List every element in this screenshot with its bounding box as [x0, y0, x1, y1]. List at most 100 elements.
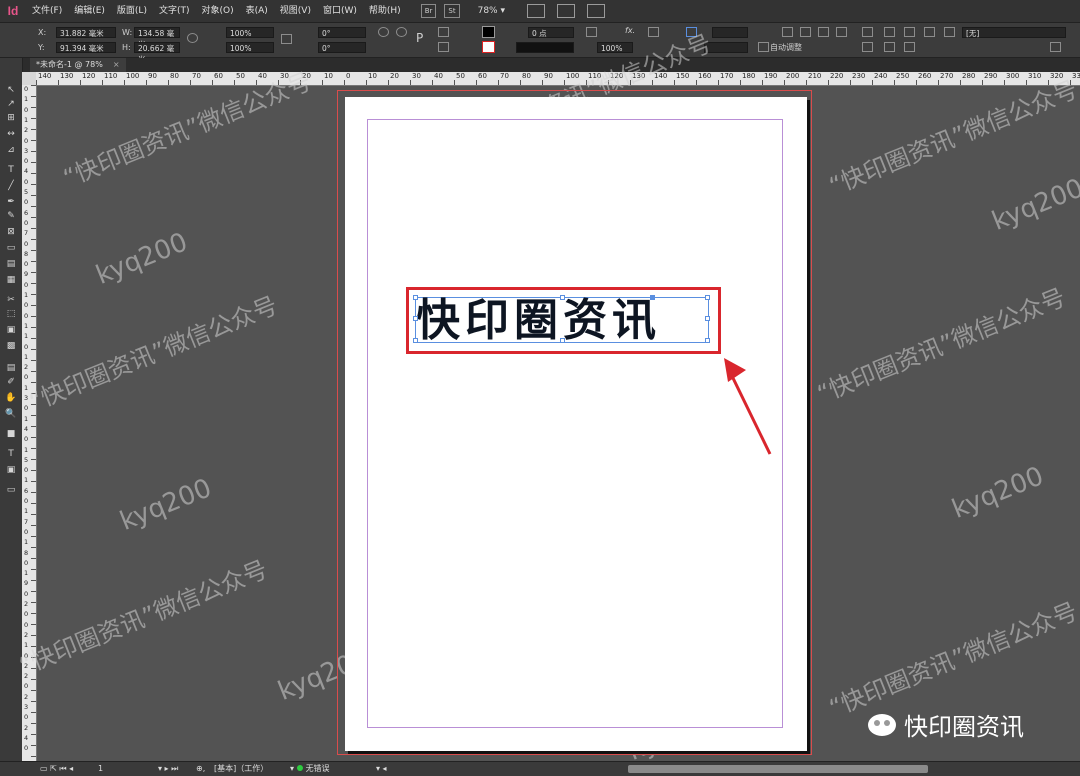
stroke-weight-field[interactable]: 0 点 [528, 27, 574, 38]
watermark-handle: kyq200 [115, 473, 216, 537]
tool-button[interactable]: ▩ [4, 340, 18, 352]
menu-file[interactable]: 文件(F) [26, 0, 68, 22]
auto-fit-checkbox[interactable] [758, 42, 769, 52]
tool-button[interactable]: ▣ [4, 464, 18, 476]
tool-button[interactable]: ╱ [4, 180, 18, 192]
distribute-icon[interactable] [836, 27, 847, 37]
page-nav-next-icon[interactable]: ▾ ▸ ⏭ [158, 762, 178, 776]
effects-icon[interactable]: fx. [625, 25, 635, 36]
align-right-icon[interactable] [818, 27, 829, 37]
ruler-tick-label: 110 [104, 72, 118, 80]
stroke-swatch[interactable] [482, 41, 495, 53]
flip-horizontal-icon[interactable] [438, 27, 449, 37]
fill-swatch[interactable] [482, 26, 495, 38]
align-left-icon[interactable] [782, 27, 793, 37]
tool-button[interactable]: ▤ [4, 258, 18, 270]
wrap-box-icon[interactable] [884, 27, 895, 37]
object-style-select[interactable]: [无] [962, 27, 1066, 38]
tool-button[interactable]: ✎ [4, 210, 18, 222]
tool-button[interactable]: ⊠ [4, 226, 18, 238]
preflight-status[interactable]: ▾ 无错误 [290, 762, 330, 776]
columns-field[interactable] [712, 27, 748, 38]
tool-button[interactable]: ■ [4, 428, 18, 440]
stroke-type-select[interactable] [516, 42, 574, 53]
tool-button[interactable]: ✒ [4, 196, 18, 208]
document-tab[interactable]: *未命名-1 @ 78% × [30, 58, 126, 72]
tool-button[interactable]: ↔ [4, 128, 18, 140]
view-options-icon[interactable] [527, 4, 545, 18]
object-style-icon-1[interactable] [862, 42, 873, 52]
align-top-icon[interactable] [648, 27, 659, 37]
screen-mode-icon[interactable] [557, 4, 575, 18]
menu-view[interactable]: 视图(V) [274, 0, 317, 22]
arrange-documents-icon[interactable] [587, 4, 605, 18]
tool-button[interactable]: ↖ [4, 84, 18, 96]
wrap-next-column-icon[interactable] [944, 27, 955, 37]
tool-button[interactable]: ⬚ [4, 308, 18, 320]
menu-help[interactable]: 帮助(H) [363, 0, 407, 22]
menu-table[interactable]: 表(A) [240, 0, 274, 22]
tool-button[interactable]: 🔍 [4, 408, 18, 420]
auto-fit-label: 自动调整 [770, 43, 802, 52]
preflight-menu-icon[interactable]: ▾ ◂ [376, 762, 387, 776]
master-page-label[interactable]: [基本]（工作） [214, 762, 268, 776]
scale-y-field[interactable]: 100% [226, 42, 274, 53]
horizontal-scrollbar-thumb[interactable] [628, 765, 928, 773]
ruler-tick-label: 0 [24, 311, 29, 320]
drop-shadow-icon[interactable] [586, 27, 597, 37]
tool-button[interactable]: ▦ [4, 274, 18, 286]
wrap-shape-icon[interactable] [904, 27, 915, 37]
tool-button[interactable]: ▭ [4, 242, 18, 254]
tool-button[interactable]: ⊿ [4, 144, 18, 156]
tool-button[interactable]: ✐ [4, 376, 18, 388]
scale-x-field[interactable]: 100% [226, 27, 274, 38]
tool-button[interactable]: ✂ [4, 294, 18, 306]
watermark-handle: kyq200 [91, 227, 192, 291]
rotate-ccw-icon[interactable] [396, 27, 407, 37]
bridge-button[interactable]: Br [420, 4, 437, 18]
shear-field[interactable]: 0° [318, 42, 366, 53]
tool-button[interactable]: T [4, 448, 18, 460]
tool-button[interactable]: ▤ [4, 362, 18, 374]
menu-window[interactable]: 窗口(W) [317, 0, 363, 22]
tool-button[interactable]: ✋ [4, 392, 18, 404]
object-style-icon-3[interactable] [904, 42, 915, 52]
zoom-level-select[interactable]: 78% ▾ [478, 6, 505, 16]
ruler-origin[interactable] [22, 72, 36, 85]
rotate-cw-icon[interactable] [378, 27, 389, 37]
menu-type[interactable]: 文字(T) [153, 0, 196, 22]
menu-object[interactable]: 对象(O) [196, 0, 240, 22]
wrap-jump-icon[interactable] [924, 27, 935, 37]
close-tab-icon[interactable]: × [113, 60, 120, 69]
w-field[interactable]: 134.58 毫米 [134, 27, 180, 49]
tool-button[interactable]: T [4, 164, 18, 176]
rotate-field[interactable]: 0° [318, 27, 366, 38]
ruler-tick-label: 1 [24, 115, 29, 124]
reference-point-icon[interactable] [187, 33, 198, 43]
opacity-field[interactable]: 100% [597, 42, 633, 53]
ruler-tick-label: 1 [24, 476, 29, 485]
flip-vertical-icon[interactable] [438, 42, 449, 52]
page-nav-first-icon[interactable]: ▭ ⇱ ⏮ ◂ [40, 762, 73, 776]
menu-edit[interactable]: 编辑(E) [68, 0, 111, 22]
align-center-icon[interactable] [800, 27, 811, 37]
y-field[interactable]: 91.394 毫米 [56, 42, 116, 53]
document-tab-title: *未命名-1 @ 78% [36, 60, 103, 69]
tool-button[interactable]: ▣ [4, 324, 18, 336]
ruler-tick-label: 260 [918, 72, 932, 80]
stock-button[interactable]: St [444, 4, 460, 18]
wrap-none-icon[interactable] [862, 27, 873, 37]
h-field[interactable]: 20.662 毫米 [134, 42, 180, 64]
tool-button[interactable]: ↗ [4, 98, 18, 110]
page-number[interactable]: 1 [98, 762, 103, 776]
x-field[interactable]: 31.882 毫米 [56, 27, 116, 38]
menu-layout[interactable]: 版面(L) [111, 0, 153, 22]
text-frame-icon[interactable]: P [416, 32, 423, 44]
tool-button[interactable]: ⊞ [4, 112, 18, 124]
ruler-tick-label: 80 [522, 72, 531, 80]
panel-menu-icon[interactable] [1050, 42, 1061, 52]
ruler-tick-label: 40 [434, 72, 443, 80]
tool-button[interactable]: ▭ [4, 484, 18, 496]
object-style-icon-2[interactable] [884, 42, 895, 52]
constrain-proportions-icon[interactable] [281, 34, 292, 44]
